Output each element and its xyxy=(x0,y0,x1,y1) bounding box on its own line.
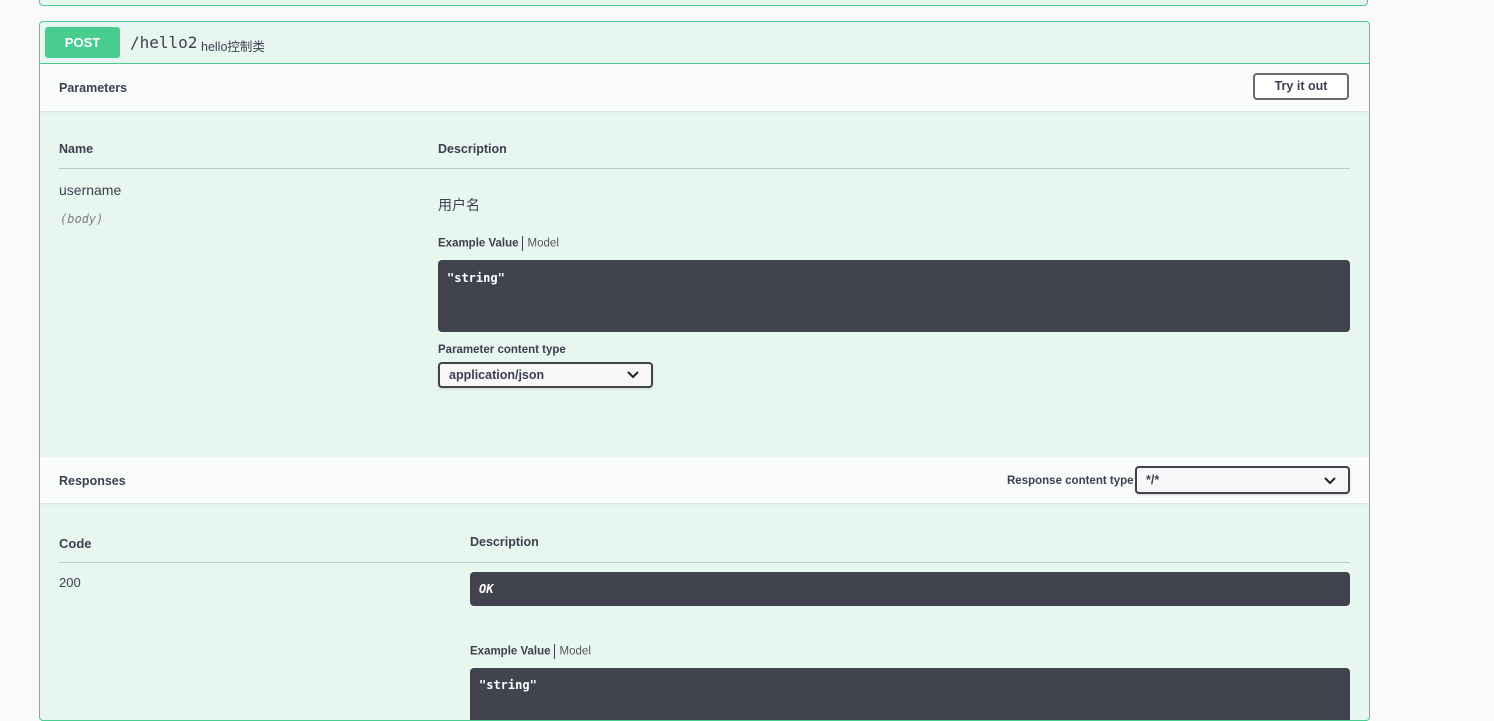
tab-divider xyxy=(553,644,555,659)
example-value-tab[interactable]: Example Value xyxy=(438,238,519,250)
param-content-type-select[interactable]: application/json xyxy=(438,362,653,388)
response-description-box: OK xyxy=(470,572,1350,606)
response-description: OK xyxy=(479,582,494,596)
response-example-text: "string" xyxy=(479,678,537,692)
operation-block-post: POST /hello2 hello控制类 Parameters Try it … xyxy=(39,21,1370,721)
parameters-header: Parameters Try it out xyxy=(40,64,1369,111)
operation-description: hello控制类 xyxy=(201,40,265,54)
operation-path: /hello2 xyxy=(130,33,198,52)
param-content-type-value: application/json xyxy=(449,368,545,382)
operation-summary[interactable]: POST /hello2 hello控制类 xyxy=(40,22,1369,64)
method-badge: POST xyxy=(45,27,120,58)
param-content-type-label: Parameter content type xyxy=(438,344,566,356)
param-col-description: Description xyxy=(438,142,507,156)
param-description: 用户名 xyxy=(438,197,480,213)
chevron-down-icon xyxy=(627,371,639,379)
parameters-title: Parameters xyxy=(59,81,128,95)
param-header-divider xyxy=(59,168,1350,169)
model-tab[interactable]: Model xyxy=(560,646,591,658)
response-example-code: "string" xyxy=(470,668,1350,720)
previous-operation-block xyxy=(39,0,1368,6)
example-value-tab[interactable]: Example Value xyxy=(470,646,551,658)
response-col-code: Code xyxy=(59,536,92,551)
responses-title: Responses xyxy=(59,474,126,488)
response-content-type-label: Response content type xyxy=(1007,475,1134,487)
response-code: 200 xyxy=(59,575,81,590)
param-col-name: Name xyxy=(59,142,94,156)
param-example-text: "string" xyxy=(447,271,505,285)
chevron-down-icon xyxy=(1324,477,1336,485)
response-example-tabs: Example Value Model xyxy=(470,644,591,659)
param-name: username xyxy=(59,182,122,198)
response-content-type-value: */* xyxy=(1146,473,1160,487)
try-it-out-button[interactable]: Try it out xyxy=(1253,73,1349,100)
param-location: (body) xyxy=(60,212,104,226)
param-example-code: "string" xyxy=(438,260,1350,332)
response-col-description: Description xyxy=(470,535,539,549)
param-example-tabs: Example Value Model xyxy=(438,236,559,251)
tab-divider xyxy=(521,236,523,251)
model-tab[interactable]: Model xyxy=(528,238,559,250)
response-content-type-select[interactable]: */* xyxy=(1135,466,1350,494)
responses-header: Responses Response content type */* xyxy=(40,457,1369,503)
response-header-divider xyxy=(59,562,1350,563)
